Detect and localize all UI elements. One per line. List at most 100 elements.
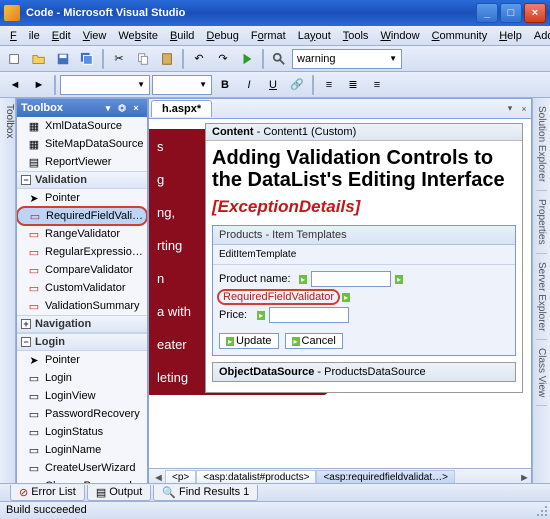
menu-view[interactable]: View: [77, 28, 113, 44]
toolbox-item-pointer[interactable]: ➤Pointer: [17, 189, 147, 207]
find-icon[interactable]: [268, 48, 290, 70]
menu-file[interactable]: File: [4, 28, 46, 44]
redo-icon[interactable]: ↷: [212, 48, 234, 70]
chevron-left-icon[interactable]: ◄: [153, 472, 165, 484]
validator-icon: ▭: [27, 300, 41, 312]
properties-tab[interactable]: Properties: [536, 191, 547, 254]
content-placeholder[interactable]: Content - Content1 (Custom) Adding Valid…: [205, 123, 523, 393]
copy-icon[interactable]: [132, 48, 154, 70]
dropdown-icon[interactable]: ▾: [503, 102, 517, 116]
design-surface[interactable]: s g ng, rting n a with eater leting Cont…: [149, 119, 531, 468]
toolbox-item[interactable]: ▭LoginStatus: [17, 423, 147, 441]
cut-icon[interactable]: ✂: [108, 48, 130, 70]
menu-help[interactable]: Help: [493, 28, 528, 44]
findresults-tab[interactable]: 🔍Find Results 1: [153, 485, 258, 501]
datasource-icon: ▦: [27, 120, 41, 132]
login-icon: ▭: [27, 390, 41, 402]
toolbox-item[interactable]: ▭CompareValidator: [17, 261, 147, 279]
menu-website[interactable]: Website: [112, 28, 164, 44]
toolbox-cat-validation[interactable]: −Validation: [17, 171, 147, 189]
menu-window[interactable]: Window: [374, 28, 425, 44]
server-explorer-tab[interactable]: Server Explorer: [536, 254, 547, 340]
toolbox-item-pointer[interactable]: ➤Pointer: [17, 351, 147, 369]
toolbox-item[interactable]: ▦SiteMapDataSource: [17, 135, 147, 153]
maximize-button[interactable]: □: [500, 3, 522, 23]
smarttag-icon[interactable]: ▸: [257, 311, 265, 320]
resize-grip[interactable]: [536, 505, 548, 517]
close-icon[interactable]: ×: [129, 101, 143, 115]
minimize-button[interactable]: _: [476, 3, 498, 23]
undo-icon[interactable]: ↶: [188, 48, 210, 70]
menu-debug[interactable]: Debug: [200, 28, 244, 44]
menu-tools[interactable]: Tools: [337, 28, 375, 44]
document-tab[interactable]: h.aspx*: [151, 100, 212, 117]
align-left-icon[interactable]: ≡: [318, 74, 340, 96]
close-button[interactable]: ×: [524, 3, 546, 23]
dropdown-icon[interactable]: ▾: [101, 101, 115, 115]
toolbox-item[interactable]: ▭RegularExpressio…: [17, 243, 147, 261]
numbering-icon[interactable]: ≡: [366, 74, 388, 96]
objectdatasource[interactable]: ObjectDataSource - ProductsDataSource: [212, 362, 516, 382]
save-all-icon[interactable]: [76, 48, 98, 70]
smarttag-icon[interactable]: ▸: [299, 275, 307, 284]
toolbox-item[interactable]: ▭CreateUserWizard: [17, 459, 147, 477]
new-project-icon[interactable]: [4, 48, 26, 70]
bold-icon[interactable]: B: [214, 74, 236, 96]
datalist-smartpanel[interactable]: Products - Item Templates EditItemTempla…: [212, 225, 516, 356]
chevron-right-icon[interactable]: ►: [519, 472, 531, 484]
menu-build[interactable]: Build: [164, 28, 200, 44]
close-icon[interactable]: ×: [517, 102, 531, 116]
paste-icon[interactable]: [156, 48, 178, 70]
target-combo[interactable]: ▼: [60, 75, 150, 95]
italic-icon[interactable]: I: [238, 74, 260, 96]
price-textbox[interactable]: [269, 307, 349, 323]
pin-icon[interactable]: ⏣: [115, 101, 129, 115]
toolbox-item[interactable]: ▭CustomValidator: [17, 279, 147, 297]
item-label: LoginName: [45, 444, 101, 456]
smarttag-icon[interactable]: ▸: [395, 275, 403, 284]
errorlist-tab[interactable]: ⊘Error List: [10, 485, 85, 501]
save-icon[interactable]: [52, 48, 74, 70]
toolbox-autohide-tab[interactable]: Toolbox: [0, 98, 16, 487]
separator: [102, 49, 104, 69]
open-icon[interactable]: [28, 48, 50, 70]
toolbox-cat-navigation[interactable]: +Navigation: [17, 315, 147, 333]
product-name-textbox[interactable]: [311, 271, 391, 287]
solution-explorer-tab[interactable]: Solution Explorer: [536, 98, 547, 191]
buttons-row: ▸Update ▸Cancel: [219, 333, 509, 349]
find-text: warning: [297, 53, 336, 65]
class-view-tab[interactable]: Class View: [536, 340, 547, 406]
bullets-icon[interactable]: ≣: [342, 74, 364, 96]
output-tab[interactable]: ▤Output: [87, 485, 151, 501]
toolbox-item[interactable]: ▭Login: [17, 369, 147, 387]
menu-addins[interactable]: Addins: [528, 28, 550, 44]
link-icon[interactable]: 🔗: [286, 74, 308, 96]
toolbox-cat-login[interactable]: −Login: [17, 333, 147, 351]
toolbox-item[interactable]: ▤ReportViewer: [17, 153, 147, 171]
find-combo[interactable]: warning▼: [292, 49, 402, 69]
toolbox-item[interactable]: ▭RangeValidator: [17, 225, 147, 243]
document-area: h.aspx* ▾ × s g ng, rting n a with eater…: [148, 98, 532, 487]
pointer-icon: ➤: [27, 192, 41, 204]
menu-format[interactable]: Format: [245, 28, 292, 44]
toolbox-item[interactable]: ▭LoginName: [17, 441, 147, 459]
menu-community[interactable]: Community: [426, 28, 494, 44]
back-icon[interactable]: ◄: [4, 74, 26, 96]
window-title: Code - Microsoft Visual Studio: [24, 7, 474, 19]
toolbox-item[interactable]: ▭LoginView: [17, 387, 147, 405]
smarttag-icon[interactable]: ▸: [342, 293, 350, 302]
forward-icon[interactable]: ►: [28, 74, 50, 96]
update-button[interactable]: ▸Update: [219, 333, 279, 349]
toolbox-item[interactable]: ▭ValidationSummary: [17, 297, 147, 315]
smartpanel-header: Products - Item Templates: [213, 226, 515, 245]
run-icon[interactable]: [236, 48, 258, 70]
cancel-button[interactable]: ▸Cancel: [285, 333, 343, 349]
menu-layout[interactable]: Layout: [292, 28, 337, 44]
toolbox-item-requiredfieldvalidator[interactable]: ▭RequiredFieldVali…: [17, 207, 147, 225]
required-field-validator[interactable]: RequiredFieldValidator: [219, 291, 338, 303]
menu-edit[interactable]: Edit: [46, 28, 77, 44]
font-size-combo[interactable]: ▼: [152, 75, 212, 95]
underline-icon[interactable]: U: [262, 74, 284, 96]
toolbox-item[interactable]: ▭PasswordRecovery: [17, 405, 147, 423]
toolbox-item[interactable]: ▦XmlDataSource: [17, 117, 147, 135]
